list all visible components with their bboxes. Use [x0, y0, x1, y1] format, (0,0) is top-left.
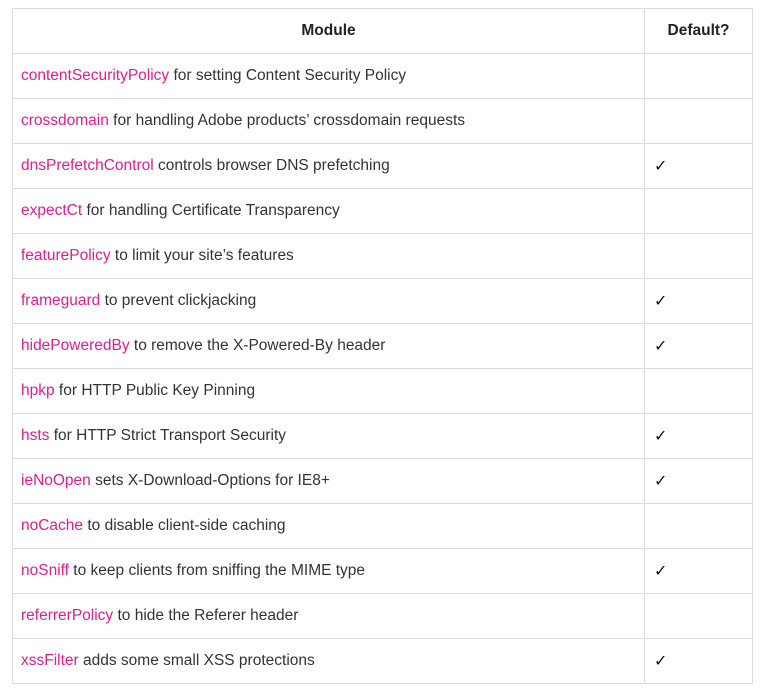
- module-description: for HTTP Public Key Pinning: [54, 382, 256, 399]
- default-cell: [644, 98, 753, 144]
- module-description: to keep clients from sniffing the MIME t…: [68, 562, 366, 579]
- module-cell: dnsPrefetchControl controls browser DNS …: [12, 143, 645, 189]
- table-row: crossdomain for handling Adobe products’…: [12, 98, 753, 144]
- module-column-header: Module: [12, 8, 645, 54]
- default-cell: ✓: [644, 413, 753, 459]
- module-description: to limit your site’s features: [110, 247, 294, 264]
- default-cell: [644, 503, 753, 549]
- module-cell: ieNoOpen sets X-Download-Options for IE8…: [12, 458, 645, 504]
- table-row: noSniff to keep clients from sniffing th…: [12, 548, 753, 594]
- table-row: frameguard to prevent clickjacking ✓: [12, 278, 753, 324]
- module-description: for handling Certificate Transparency: [82, 202, 340, 219]
- module-cell: hidePoweredBy to remove the X-Powered-By…: [12, 323, 645, 369]
- default-cell: [644, 368, 753, 414]
- module-link[interactable]: dnsPrefetchControl: [21, 157, 154, 174]
- module-cell: featurePolicy to limit your site’s featu…: [12, 233, 645, 279]
- module-description: for handling Adobe products’ crossdomain…: [108, 112, 466, 129]
- table-row: noCache to disable client-side caching: [12, 503, 753, 549]
- module-description: adds some small XSS protections: [78, 652, 315, 669]
- table-row: hpkp for HTTP Public Key Pinning: [12, 368, 753, 414]
- module-cell: noCache to disable client-side caching: [12, 503, 645, 549]
- table-row: hsts for HTTP Strict Transport Security ✓: [12, 413, 753, 459]
- module-link[interactable]: featurePolicy: [21, 247, 111, 264]
- default-cell: ✓: [644, 638, 753, 684]
- default-column-header: Default?: [644, 8, 753, 54]
- module-link[interactable]: expectCt: [21, 202, 82, 219]
- module-link[interactable]: noSniff: [21, 562, 69, 579]
- module-description: sets X-Download-Options for IE8+: [90, 472, 330, 489]
- module-cell: xssFilter adds some small XSS protection…: [12, 638, 645, 684]
- module-cell: noSniff to keep clients from sniffing th…: [12, 548, 645, 594]
- table-row: xssFilter adds some small XSS protection…: [12, 638, 753, 684]
- default-cell: ✓: [644, 458, 753, 504]
- module-description: to prevent clickjacking: [100, 292, 257, 309]
- module-description: for setting Content Security Policy: [169, 67, 407, 84]
- module-description: to remove the X-Powered-By header: [129, 337, 386, 354]
- module-link[interactable]: referrerPolicy: [21, 607, 113, 624]
- module-cell: frameguard to prevent clickjacking: [12, 278, 645, 324]
- module-link[interactable]: hpkp: [21, 382, 55, 399]
- default-cell: ✓: [644, 323, 753, 369]
- table-row: dnsPrefetchControl controls browser DNS …: [12, 143, 753, 189]
- module-cell: expectCt for handling Certificate Transp…: [12, 188, 645, 234]
- module-link[interactable]: frameguard: [21, 292, 100, 309]
- table-row: contentSecurityPolicy for setting Conten…: [12, 53, 753, 99]
- table-row: expectCt for handling Certificate Transp…: [12, 188, 753, 234]
- table-row: ieNoOpen sets X-Download-Options for IE8…: [12, 458, 753, 504]
- module-cell: hsts for HTTP Strict Transport Security: [12, 413, 645, 459]
- default-cell: [644, 233, 753, 279]
- module-cell: hpkp for HTTP Public Key Pinning: [12, 368, 645, 414]
- header-row: Module Default?: [12, 8, 753, 54]
- module-description: for HTTP Strict Transport Security: [49, 427, 287, 444]
- table-row: hidePoweredBy to remove the X-Powered-By…: [12, 323, 753, 369]
- default-cell: ✓: [644, 548, 753, 594]
- module-cell: crossdomain for handling Adobe products’…: [12, 98, 645, 144]
- modules-table: Module Default? contentSecurityPolicy fo…: [12, 8, 753, 684]
- module-description: controls browser DNS prefetching: [153, 157, 390, 174]
- module-cell: contentSecurityPolicy for setting Conten…: [12, 53, 645, 99]
- module-description: to disable client-side caching: [83, 517, 286, 534]
- module-link[interactable]: hidePoweredBy: [21, 337, 130, 354]
- table-row: featurePolicy to limit your site’s featu…: [12, 233, 753, 279]
- module-link[interactable]: ieNoOpen: [21, 472, 91, 489]
- default-cell: ✓: [644, 143, 753, 189]
- module-link[interactable]: crossdomain: [21, 112, 109, 129]
- default-cell: [644, 188, 753, 234]
- default-cell: [644, 593, 753, 639]
- module-cell: referrerPolicy to hide the Referer heade…: [12, 593, 645, 639]
- module-link[interactable]: xssFilter: [21, 652, 79, 669]
- default-cell: [644, 53, 753, 99]
- module-link[interactable]: contentSecurityPolicy: [21, 67, 169, 84]
- module-link[interactable]: hsts: [21, 427, 49, 444]
- default-cell: ✓: [644, 278, 753, 324]
- module-link[interactable]: noCache: [21, 517, 83, 534]
- table-body: contentSecurityPolicy for setting Conten…: [12, 53, 753, 684]
- table-row: referrerPolicy to hide the Referer heade…: [12, 593, 753, 639]
- module-description: to hide the Referer header: [113, 607, 299, 624]
